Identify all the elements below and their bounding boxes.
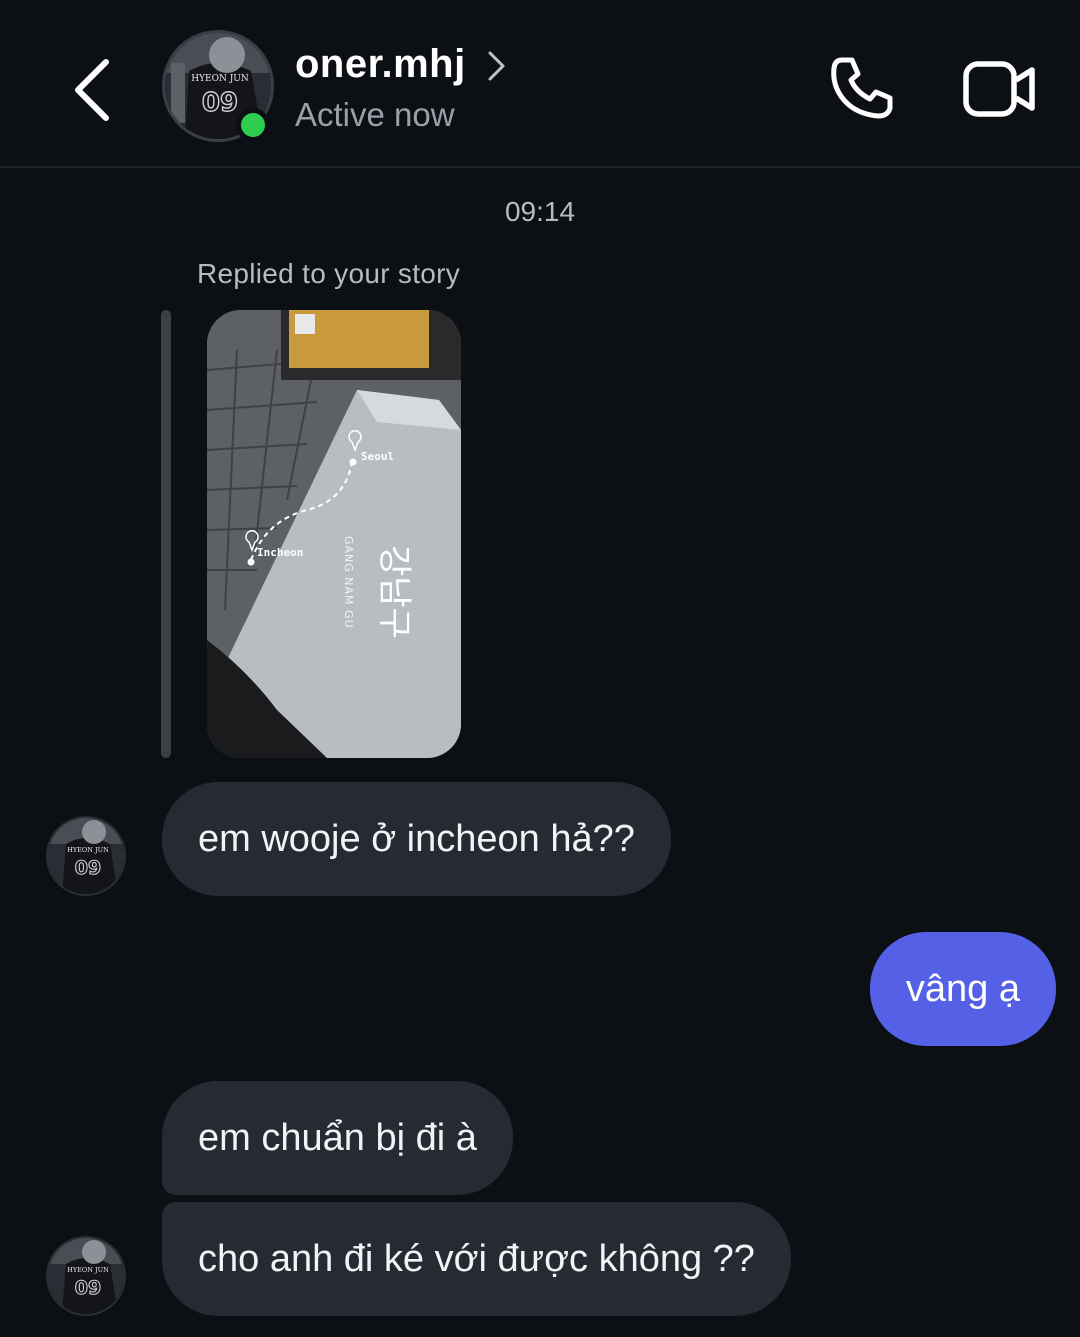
story-reply-label: Replied to your story	[197, 258, 461, 289]
svg-text:HYEON JUN: HYEON JUN	[67, 1266, 109, 1274]
message-text: vâng ạ	[905, 968, 1020, 1010]
svg-text:GANG NAM GU: GANG NAM GU	[342, 536, 355, 629]
reply-quote-bar	[161, 310, 171, 758]
svg-text:09: 09	[75, 857, 101, 879]
sender-avatar[interactable]: HYEON JUN 09	[46, 1236, 126, 1316]
story-thumbnail[interactable]: Incheon Seoul 강남구 GANG NAM GU	[207, 310, 461, 758]
svg-text:Seoul: Seoul	[361, 450, 394, 463]
message-text: cho anh đi ké với được không ??	[198, 1238, 755, 1280]
svg-text:09: 09	[202, 88, 238, 118]
incoming-message[interactable]: em wooje ở incheon hả??	[162, 782, 671, 896]
message-text: em chuẩn bị đi à	[198, 1117, 477, 1159]
phone-call-icon[interactable]	[828, 54, 896, 122]
outgoing-message[interactable]: vâng ạ	[869, 932, 1056, 1046]
active-status: Active now	[295, 96, 455, 133]
chat-header: HYEON JUN 09 oner.mhj Active now	[0, 0, 1080, 168]
video-call-icon[interactable]	[962, 58, 1038, 120]
incoming-message[interactable]: em chuẩn bị đi à	[162, 1081, 513, 1195]
svg-text:HYEON JUN: HYEON JUN	[67, 846, 109, 854]
sender-avatar[interactable]: HYEON JUN 09	[46, 816, 126, 896]
message-timestamp: 09:14	[504, 196, 576, 227]
back-arrow-icon[interactable]	[68, 58, 116, 122]
svg-text:Incheon: Incheon	[257, 546, 303, 559]
svg-text:강남구: 강남구	[374, 545, 414, 639]
svg-text:HYEON JUN: HYEON JUN	[191, 74, 249, 84]
chevron-right-icon[interactable]	[486, 50, 508, 82]
online-status-dot	[236, 108, 270, 142]
incoming-message[interactable]: cho anh đi ké với được không ??	[162, 1202, 791, 1316]
svg-text:09: 09	[75, 1277, 101, 1299]
message-text: em wooje ở incheon hả??	[198, 818, 635, 860]
username[interactable]: oner.mhj	[295, 42, 466, 87]
